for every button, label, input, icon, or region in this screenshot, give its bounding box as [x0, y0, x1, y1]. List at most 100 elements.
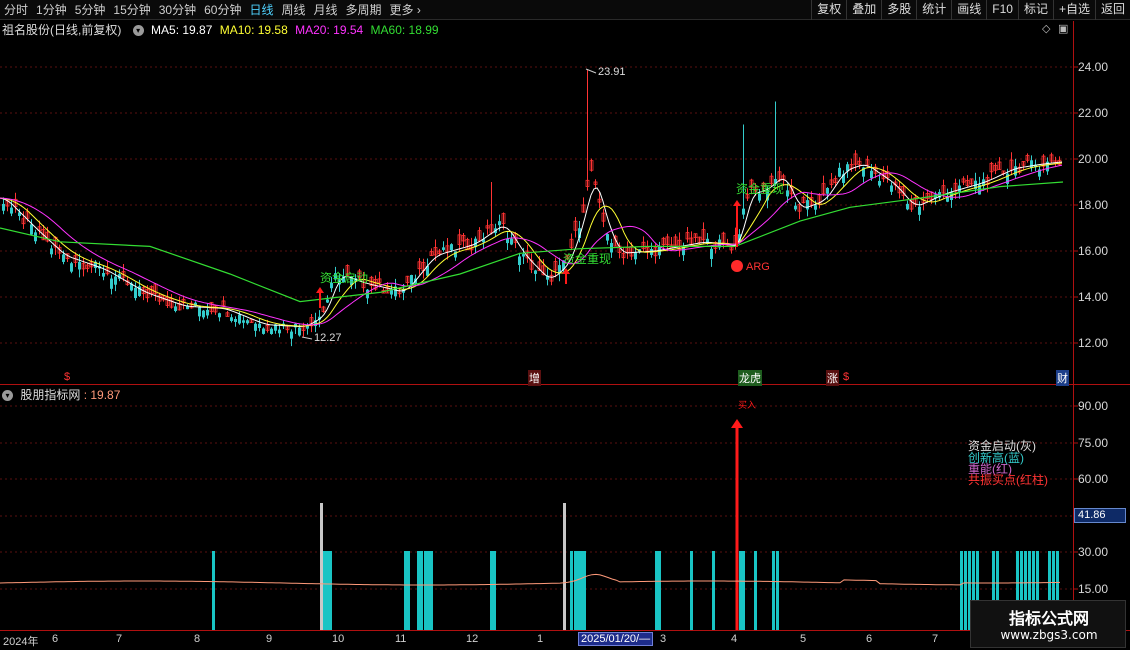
date-label: 5 — [800, 633, 807, 645]
indicator-bar — [583, 551, 586, 630]
candle-body — [498, 221, 501, 226]
low-price-label: 12.27 — [314, 332, 342, 344]
indicator-bar — [690, 551, 693, 630]
arg-dot — [731, 260, 743, 272]
panel-divider — [0, 384, 1130, 385]
candle-body — [710, 248, 713, 259]
candle-body — [110, 278, 113, 289]
main-info-line: 祖名股份(日线,前复权) ▾ MA5: 19.87 MA10: 19.58 MA… — [2, 22, 443, 38]
ma20-label: MA20: 19.54 — [295, 23, 364, 37]
stock-title: 祖名股份(日线,前复权) — [2, 23, 122, 37]
low-pointer — [301, 336, 313, 340]
candle-body — [10, 207, 13, 214]
indicator-bar-gray — [320, 503, 323, 630]
sub-y-tick-60: 60.00 — [1078, 472, 1109, 486]
resonance-spike-head — [731, 419, 743, 428]
indicator-bar — [420, 551, 423, 630]
buy-arrow-head — [316, 287, 324, 293]
indicator-bar — [570, 551, 573, 630]
indicator-bar — [490, 551, 493, 630]
candle-body — [906, 203, 909, 210]
candle-body — [242, 320, 245, 323]
signal-label: 资金重现 — [563, 252, 612, 266]
indicator-title: 股朋指标网 — [20, 388, 81, 402]
candle-body — [50, 248, 53, 255]
candle-body — [78, 261, 81, 270]
y-tick-22: 22.00 — [1078, 106, 1109, 120]
diamond-icon[interactable]: ◇ — [1042, 22, 1050, 35]
candle-body — [534, 270, 537, 274]
chart-canvas[interactable] — [0, 0, 1130, 650]
legend-resonance-buy: 共振买点(红柱) — [968, 473, 1048, 487]
indicator-bar — [404, 551, 407, 630]
candle-body — [218, 313, 221, 318]
date-label: 7 — [116, 633, 123, 645]
candle-body — [390, 290, 393, 295]
cursor-date-label: 2025/01/20/— — [578, 632, 654, 646]
candle-body — [878, 180, 881, 186]
chevron-down-icon[interactable]: ▾ — [2, 390, 13, 402]
event-marker[interactable]: 财 — [1056, 370, 1069, 386]
candle-body — [174, 306, 177, 311]
candle-body — [262, 328, 265, 334]
event-marker[interactable]: 增 — [528, 370, 541, 386]
sub-y-tick-15: 15.00 — [1078, 582, 1109, 596]
candle-body — [814, 205, 817, 210]
indicator-bar — [407, 551, 410, 630]
candle-body — [786, 190, 789, 197]
candle-body — [206, 309, 209, 316]
watermark-url: www.zbgs3.com — [1000, 628, 1098, 642]
candle-body — [102, 273, 105, 277]
chevron-down-icon[interactable]: ▾ — [132, 25, 144, 37]
event-marker[interactable]: $ — [64, 371, 70, 383]
y-tick-14: 14.00 — [1078, 290, 1109, 304]
indicator-value: : 19.87 — [83, 388, 121, 402]
candle-body — [298, 327, 301, 336]
candle-body — [70, 263, 73, 272]
candle-body — [258, 323, 261, 328]
candle-body — [918, 206, 921, 215]
candle-body — [742, 208, 745, 215]
date-label: 6 — [866, 633, 873, 645]
indicator-bar — [655, 551, 658, 630]
buy-arrow-head — [733, 200, 741, 206]
candle-body — [114, 276, 117, 285]
date-label: 4 — [731, 633, 738, 645]
y-axis-divider — [1073, 21, 1074, 630]
indicator-bar — [754, 551, 757, 630]
resonance-spike — [735, 425, 739, 630]
candle-body — [30, 224, 33, 235]
spike-label: 买入 — [738, 400, 757, 410]
date-axis: 2024年 6 7 8 9 10 11 12 1 3 4 5 6 7 2025/… — [0, 631, 1130, 650]
candle-body — [254, 323, 257, 331]
watermark: 指标公式网 www.zbgs3.com — [970, 600, 1126, 648]
current-value-box: 41.86 — [1074, 508, 1126, 523]
indicator-line — [0, 573, 1061, 586]
signal-label: 资金启动 — [320, 271, 369, 285]
event-marker[interactable]: 涨 — [826, 370, 839, 386]
event-marker[interactable]: 龙虎 — [738, 370, 762, 386]
date-label: 11 — [395, 633, 407, 645]
candle-body — [290, 331, 293, 339]
candle-body — [202, 310, 205, 318]
indicator-bar — [417, 551, 420, 630]
candle-body — [870, 170, 873, 179]
date-label: 10 — [332, 633, 345, 645]
candle-body — [522, 254, 525, 257]
candle-body — [826, 188, 829, 194]
date-label: 7 — [932, 633, 939, 645]
candle-body — [270, 328, 273, 334]
y-tick-16: 16.00 — [1078, 244, 1109, 258]
candle-body — [450, 244, 453, 251]
ma5-label: MA5: 19.87 — [151, 23, 213, 37]
panel-toggle-icon[interactable]: ▣ — [1058, 22, 1068, 35]
event-marker[interactable]: $ — [843, 371, 849, 383]
candle-body — [234, 318, 237, 322]
candle-body — [198, 307, 201, 317]
watermark-title: 指标公式网 — [1008, 609, 1089, 628]
sub-y-tick-75: 75.00 — [1078, 436, 1109, 450]
y-tick-18: 18.00 — [1078, 198, 1109, 212]
candle-body — [890, 185, 893, 192]
date-label: 3 — [660, 633, 667, 645]
candle-body — [1014, 166, 1017, 176]
